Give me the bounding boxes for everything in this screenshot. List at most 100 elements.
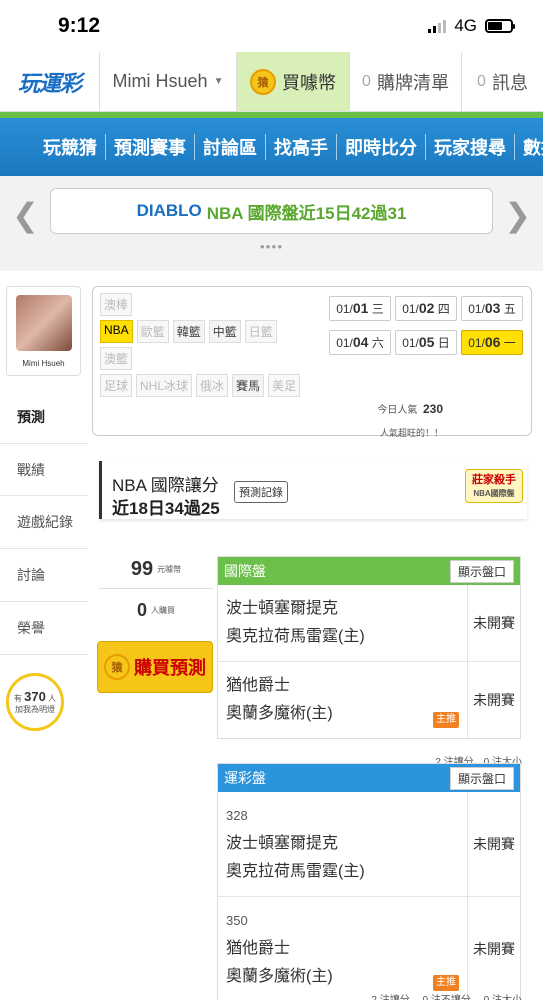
nav-item-player-search[interactable]: 玩家搜尋 (426, 134, 515, 160)
home-team: 奧克拉荷馬雷霆(主) (226, 628, 365, 645)
game-row: 328 波士頓塞爾提克 奧克拉荷馬雷霆(主) 未開賽 (218, 792, 520, 897)
filter-tag[interactable]: 中籃 (208, 320, 241, 343)
price-column: 99 元噱幣 0 人購買 猿 購買預測 (97, 551, 213, 693)
show-odds-button[interactable]: 顯示盤口 (449, 766, 514, 790)
cart-count: 0 (362, 72, 371, 90)
game-row: 猶他爵士 奧蘭多魔術(主) 主推 未開賽 (218, 662, 520, 738)
intl-market-panel: 國際盤 顯示盤口 波士頓塞爾提克 奧克拉荷馬雷霆(主) 未開賽 猶他爵士 奧蘭多… (217, 556, 521, 739)
filter-tag[interactable]: 賽馬 (232, 374, 265, 397)
popularity-note: 人氣超旺的！！ (379, 428, 443, 438)
home-team: 奧蘭多魔術(主) (226, 705, 333, 722)
content: Mimi Hsueh 預測 戰績 遊戲紀錄 討論 榮譽 有 370 人 加我為明… (0, 271, 543, 1000)
filter-box: 澳棒 NBA 歐籃 韓籃 中籃 日籃 澳籃 足球 NHL冰球 俄冰 賽馬 美足 … (92, 286, 532, 436)
game-status: 未開賽 (473, 836, 515, 852)
user-menu[interactable]: Mimi Hsueh ▼ (100, 52, 237, 111)
fans-count: 370 (24, 689, 46, 705)
popularity: 今日人氣 230 (377, 401, 443, 416)
fans-prefix: 有 (13, 694, 22, 704)
avatar-name: Mimi Hsueh (22, 359, 65, 368)
date-button[interactable]: 01/04 六 (329, 330, 391, 355)
game-teams: 350 猶他爵士 奧蘭多魔術(主) 主推 (218, 897, 468, 1000)
prediction-history-button[interactable]: 預測記錄 (234, 481, 288, 503)
away-team: 猶他爵士 (226, 940, 291, 957)
buy-coin-button[interactable]: 猿 買噱幣 (237, 52, 350, 111)
home-team: 奧蘭多魔術(主) (226, 968, 333, 985)
game-row: 波士頓塞爾提克 奧克拉荷馬雷霆(主) 未開賽 (218, 585, 520, 662)
game-row: 350 猶他爵士 奧蘭多魔術(主) 主推 未開賽 (218, 897, 520, 1000)
filter-tag[interactable]: 歐籃 (136, 320, 169, 343)
side-tab-record[interactable]: 戰績 (0, 443, 88, 496)
away-team: 波士頓塞爾提克 (226, 835, 339, 852)
avatar (15, 295, 72, 351)
side-tab-discussion[interactable]: 討論 (0, 549, 88, 602)
filter-tag[interactable]: 俄冰 (196, 374, 229, 397)
date-button[interactable]: 01/05 日 (395, 330, 457, 355)
filter-tag[interactable]: 日籃 (244, 320, 277, 343)
nav-item-predictions[interactable]: 預測賽事 (106, 134, 195, 160)
filter-tag[interactable]: 澳棒 (100, 293, 133, 316)
profile-card[interactable]: Mimi Hsueh (6, 286, 81, 376)
show-odds-button[interactable]: 顯示盤口 (449, 559, 514, 583)
messages-button[interactable]: 0 訊息 (462, 52, 543, 111)
side-tab-honors[interactable]: 榮譽 (0, 602, 88, 655)
side-tab-predictions[interactable]: 預測 (0, 390, 88, 443)
popularity-value: 230 (422, 402, 443, 416)
filter-row-4: 足球 NHL冰球 俄冰 賽馬 美足 (100, 374, 301, 397)
away-team: 波士頓塞爾提克 (226, 600, 339, 617)
date-button[interactable]: 01/02 四 (395, 296, 457, 321)
buyers-count: 0 (136, 599, 147, 620)
game-status: 未開賽 (473, 941, 515, 957)
status-time: 9:12 (58, 14, 101, 37)
banner-area: ❮ DIABLO NBA 國際盤近15日42過31 ❯ ●●●● (0, 176, 543, 271)
promo-banner[interactable]: DIABLO NBA 國際盤近15日42過31 (50, 188, 493, 234)
nav-item-find-experts[interactable]: 找高手 (266, 134, 337, 160)
filter-tag[interactable]: 美足 (268, 374, 301, 397)
buyers-unit: 人購買 (151, 605, 175, 615)
lottery-market-panel: 運彩盤 顯示盤口 328 波士頓塞爾提克 奧克拉荷馬雷霆(主) 未開賽 350 … (217, 763, 521, 1000)
chevron-right-icon[interactable]: ❯ (504, 196, 531, 234)
cart-button[interactable]: 0 購牌清單 (350, 52, 462, 111)
intl-market-title: 國際盤 (224, 563, 266, 579)
site-logo[interactable]: 玩運彩 (0, 52, 100, 111)
buy-prediction-label: 購買預測 (134, 658, 206, 678)
price-unit: 元噱幣 (157, 565, 182, 574)
prediction-record: 近18日34過25 (112, 499, 220, 518)
coin-icon: 猿 (104, 654, 130, 680)
filter-tag[interactable]: 澳籃 (100, 347, 133, 370)
price: 99 元噱幣 (99, 551, 213, 589)
nav-item-live-scores[interactable]: 即時比分 (337, 134, 426, 160)
filter-tag-nba[interactable]: NBA (100, 320, 133, 343)
fans-note: 加我為明燈 (15, 705, 55, 714)
date-button[interactable]: 01/03 五 (461, 296, 523, 321)
date-picker: 01/01 三 01/02 四 01/03 五 01/04 六 01/05 日 … (329, 296, 523, 355)
filter-tag[interactable]: 韓籃 (172, 320, 205, 343)
top-nav: 玩運彩 Mimi Hsueh ▼ 猿 買噱幣 0 購牌清單 0 訊息 (0, 52, 543, 112)
nav-item-stats[interactable]: 數據 (515, 134, 543, 160)
chevron-left-icon[interactable]: ❮ (12, 196, 39, 234)
banner-name: DIABLO (136, 201, 202, 220)
cart-label: 購牌清單 (376, 72, 449, 93)
lottery-market-title: 運彩盤 (224, 770, 266, 786)
date-button[interactable]: 01/01 三 (329, 296, 391, 321)
filter-row-1: 澳棒 (100, 293, 133, 316)
main-nav: 玩競猜 預測賽事 討論區 找高手 即時比分 玩家搜尋 數據 (0, 118, 543, 176)
filter-tag[interactable]: 足球 (100, 374, 133, 397)
battery-icon (485, 19, 515, 33)
messages-count: 0 (477, 72, 486, 90)
buy-prediction-button[interactable]: 猿 購買預測 (97, 641, 213, 693)
main-pick-tag: 主推 (433, 975, 459, 991)
fans-unit: 人 (48, 694, 57, 704)
buy-coin-label: 買噱幣 (282, 72, 336, 93)
lightbulb-fans-button[interactable]: 有 370 人 加我為明燈 (6, 673, 64, 731)
nav-item-forum[interactable]: 討論區 (195, 134, 266, 160)
game-status: 未開賽 (473, 615, 515, 631)
game-number: 328 (226, 808, 248, 823)
nav-item-guess[interactable]: 玩競猜 (35, 134, 106, 160)
filter-tag[interactable]: NHL冰球 (136, 374, 193, 397)
lottery-market-summary: 2 注讓分、 0 注不讓分、 0 注大小 (371, 991, 522, 1000)
filter-row-2: NBA 歐籃 韓籃 中籃 日籃 (100, 320, 277, 343)
date-button-selected[interactable]: 01/06 一 (461, 330, 523, 355)
side-tab-game-history[interactable]: 遊戲紀錄 (0, 496, 88, 549)
carousel-dots: ●●●● (259, 242, 284, 251)
prediction-header: NBA 國際讓分 近18日34過25 預測記錄 莊家殺手 NBA國際盤 (99, 461, 527, 519)
